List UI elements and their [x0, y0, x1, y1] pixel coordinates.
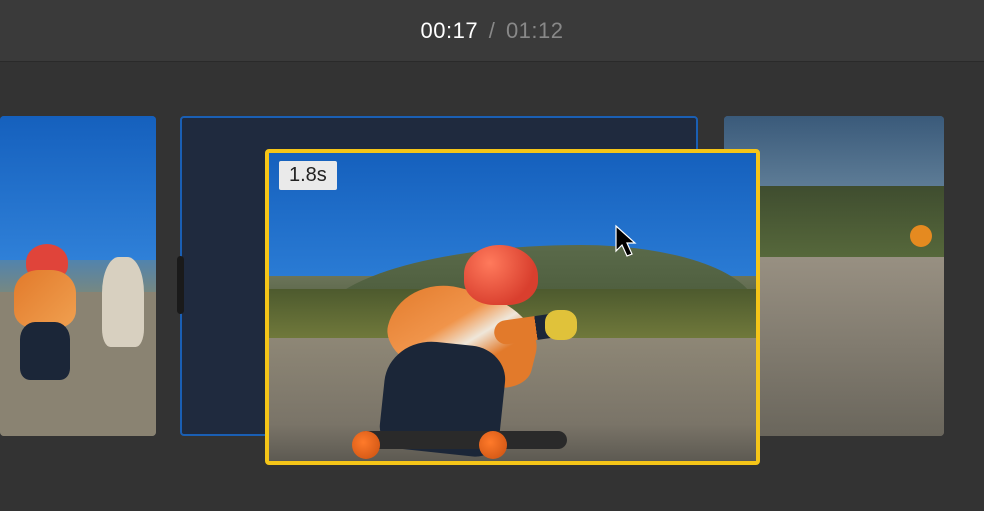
playhead-timecode: 00:17 / 01:12 — [421, 18, 564, 44]
clip-duration-badge: 1.8s — [279, 161, 337, 190]
time-separator: / — [489, 18, 496, 43]
timeline-clip[interactable] — [0, 116, 156, 436]
current-time: 00:17 — [421, 18, 479, 43]
scroll-indicator[interactable] — [177, 256, 184, 314]
timeline-toolbar: 00:17 / 01:12 — [0, 0, 984, 62]
total-duration: 01:12 — [506, 18, 564, 43]
selected-clip[interactable]: 1.8s — [265, 149, 760, 465]
timeline-area[interactable]: 1.8s — [0, 62, 984, 511]
